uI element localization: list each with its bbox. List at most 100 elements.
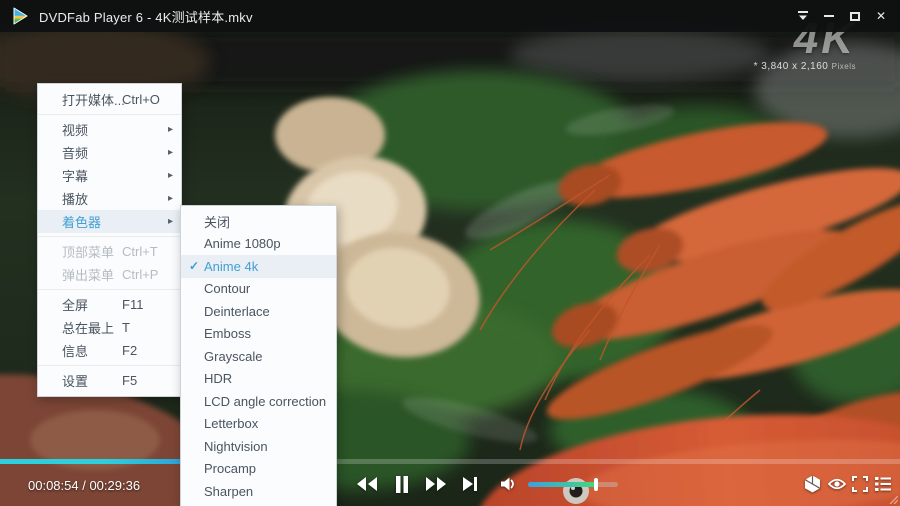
submenu-item-off[interactable]: 关闭 — [181, 210, 336, 233]
window-title: DVDFab Player 6 - 4K测试样本.mkv — [39, 7, 253, 26]
menu-item-top-menu: 顶部菜单 Ctrl+T — [38, 240, 181, 263]
submenu-arrow-icon: ▸ — [168, 147, 173, 158]
menu-item-label: 音频 — [62, 143, 88, 162]
menu-separator — [38, 365, 181, 366]
fullscreen-button[interactable] — [848, 474, 872, 494]
menu-separator — [38, 236, 181, 237]
menu-shortcut: F2 — [122, 343, 137, 358]
pause-button[interactable] — [390, 474, 414, 494]
fast-forward-button[interactable] — [424, 474, 448, 494]
submenu-item-lcd-angle-correction[interactable]: LCD angle correction — [181, 390, 336, 413]
menu-separator — [38, 289, 181, 290]
playlist-button[interactable] — [871, 474, 895, 494]
title-bar: DVDFab Player 6 - 4K测试样本.mkv ✕ — [0, 0, 900, 32]
submenu-arrow-icon: ▸ — [168, 124, 173, 135]
submenu-item-label: Emboss — [204, 326, 251, 341]
submenu-item-label: Anime 4k — [204, 259, 258, 274]
minimize-icon — [824, 15, 834, 17]
submenu-item-label: Deinterlace — [204, 304, 270, 319]
menu-item-label: 打开媒体... — [62, 90, 125, 109]
menu-item-always-on-top[interactable]: 总在最上 T — [38, 316, 181, 339]
volume-thumb[interactable] — [594, 478, 598, 491]
menu-item-video[interactable]: 视频 ▸ — [38, 118, 181, 141]
submenu-item-procamp[interactable]: Procamp — [181, 458, 336, 481]
menu-item-open-media[interactable]: 打开媒体... Ctrl+O — [38, 88, 181, 111]
resize-grip[interactable] — [888, 494, 898, 504]
menu-item-fullscreen[interactable]: 全屏 F11 — [38, 293, 181, 316]
submenu-item-anime-1080p[interactable]: Anime 1080p — [181, 233, 336, 256]
fullscreen-icon — [852, 476, 868, 492]
submenu-item-label: Grayscale — [204, 349, 263, 364]
window-menu-button[interactable] — [790, 0, 816, 32]
submenu-item-contour[interactable]: Contour — [181, 278, 336, 301]
menu-item-playback[interactable]: 播放 ▸ — [38, 187, 181, 210]
submenu-item-label: Contour — [204, 281, 250, 296]
eye-icon — [828, 477, 846, 491]
menu-shortcut: Ctrl+O — [122, 92, 160, 107]
submenu-item-label: 关闭 — [204, 212, 230, 231]
submenu-item-sharpen[interactable]: Sharpen — [181, 480, 336, 503]
menu-shortcut: T — [122, 320, 130, 335]
submenu-item-deinterlace[interactable]: Deinterlace — [181, 300, 336, 323]
menu-separator — [38, 114, 181, 115]
close-icon: ✕ — [876, 9, 886, 23]
volume-icon — [500, 476, 516, 492]
menu-item-label: 顶部菜单 — [62, 242, 114, 261]
video-adjust-button[interactable] — [825, 474, 849, 494]
menu-item-shader[interactable]: 着色器 ▸ — [38, 210, 181, 233]
submenu-item-label: Procamp — [204, 461, 256, 476]
rewind-icon — [356, 476, 378, 492]
playlist-icon — [875, 477, 891, 491]
menu-shortcut: F11 — [122, 297, 143, 312]
volume-fill — [528, 482, 596, 487]
submenu-item-grayscale[interactable]: Grayscale — [181, 345, 336, 368]
fast-forward-icon — [425, 476, 447, 492]
menu-item-label: 全屏 — [62, 295, 88, 314]
menu-item-info[interactable]: 信息 F2 — [38, 339, 181, 362]
menu-shortcut: Ctrl+P — [122, 267, 158, 282]
shader-submenu: 关闭 Anime 1080p ✓ Anime 4k Contour Deinte… — [180, 205, 337, 506]
submenu-item-label: Letterbox — [204, 416, 258, 431]
submenu-arrow-icon: ▸ — [168, 193, 173, 204]
menu-shortcut: F5 — [122, 373, 137, 388]
watermark-resolution: * 3,840 x 2,160 Pixels — [754, 61, 856, 72]
menu-item-label: 总在最上 — [62, 318, 114, 337]
submenu-arrow-icon: ▸ — [168, 216, 173, 227]
menu-item-label: 信息 — [62, 341, 88, 360]
submenu-item-label: LCD angle correction — [204, 394, 326, 409]
menu-item-label: 播放 — [62, 189, 88, 208]
rewind-button[interactable] — [355, 474, 379, 494]
context-menu: 打开媒体... Ctrl+O 视频 ▸ 音频 ▸ 字幕 ▸ 播放 ▸ 着色器 ▸… — [37, 83, 182, 397]
player-window: 4K * 3,840 x 2,160 Pixels DVDFab Player … — [0, 0, 900, 506]
window-menu-icon — [797, 11, 809, 21]
submenu-item-label: HDR — [204, 371, 232, 386]
time-display: 00:08:54 / 00:29:36 — [28, 478, 140, 493]
check-icon: ✓ — [189, 259, 199, 273]
menu-item-subtitle[interactable]: 字幕 ▸ — [38, 164, 181, 187]
maximize-button[interactable] — [842, 0, 868, 32]
submenu-item-label: Sharpen — [204, 484, 253, 499]
menu-item-audio[interactable]: 音频 ▸ — [38, 141, 181, 164]
menu-shortcut: Ctrl+T — [122, 244, 158, 259]
submenu-item-emboss[interactable]: Emboss — [181, 323, 336, 346]
menu-item-label: 字幕 — [62, 166, 88, 185]
submenu-item-nightvision[interactable]: Nightvision — [181, 435, 336, 458]
submenu-item-anime-4k[interactable]: ✓ Anime 4k — [181, 255, 336, 278]
submenu-item-hdr[interactable]: HDR — [181, 368, 336, 391]
close-button[interactable]: ✕ — [868, 0, 894, 32]
next-button[interactable] — [458, 474, 482, 494]
minimize-button[interactable] — [816, 0, 842, 32]
submenu-item-letterbox[interactable]: Letterbox — [181, 413, 336, 436]
cube-3d-icon — [804, 475, 821, 493]
pause-icon — [395, 476, 409, 493]
menu-item-settings[interactable]: 设置 F5 — [38, 369, 181, 392]
volume-slider[interactable] — [528, 482, 618, 487]
control-bar: 00:08:54 / 00:29:36 — [0, 464, 900, 506]
mute-button[interactable] — [496, 474, 520, 494]
app-logo-icon — [10, 6, 30, 26]
menu-item-label: 弹出菜单 — [62, 265, 114, 284]
menu-item-label: 设置 — [62, 371, 88, 390]
next-icon — [462, 476, 478, 492]
submenu-item-label: Anime 1080p — [204, 236, 281, 251]
3d-mode-button[interactable] — [800, 474, 824, 494]
